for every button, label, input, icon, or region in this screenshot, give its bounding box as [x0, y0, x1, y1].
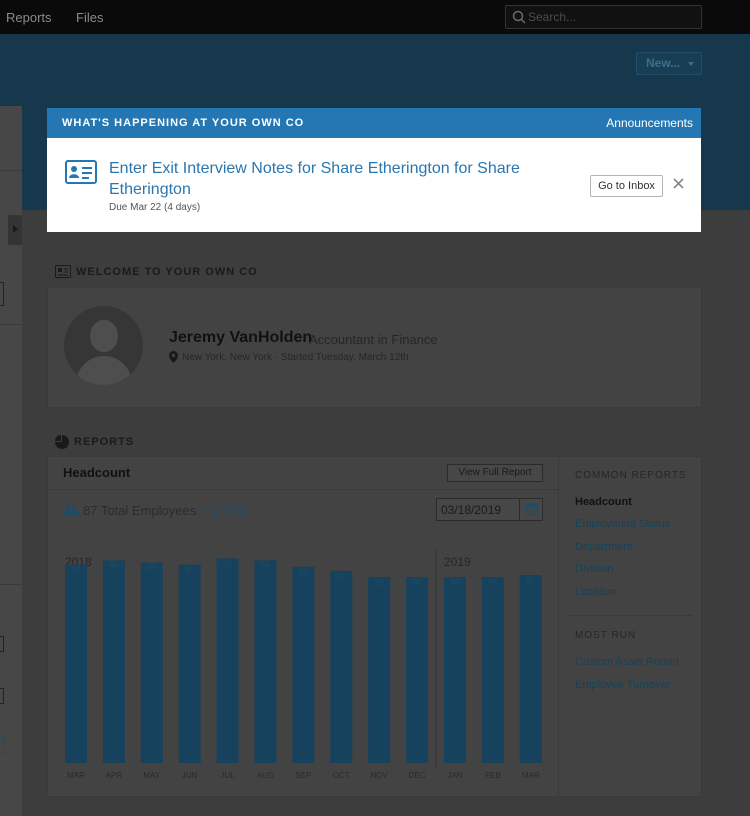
id-card-icon	[65, 160, 97, 184]
bar-jan-10[interactable]	[444, 577, 466, 763]
left-panel-checkbox-3[interactable]	[0, 738, 4, 754]
left-panel-field[interactable]	[0, 282, 4, 306]
x-tick-label: APR	[106, 771, 123, 780]
employee-location: New York, New York · Started Tuesday, Ma…	[182, 352, 409, 363]
x-tick-label: MAR	[67, 771, 85, 780]
welcome-section-title: WELCOME TO YOUR OWN CO	[76, 266, 258, 278]
x-tick-label: FEB	[485, 771, 501, 780]
total-employees-text: 87 Total Employees	[83, 503, 197, 518]
report-link-department[interactable]: Department	[575, 541, 632, 553]
calendar-icon	[525, 503, 539, 516]
left-panel-checkbox-1[interactable]	[0, 636, 4, 652]
x-tick-label: DEC	[409, 771, 426, 780]
x-tick-label: OCT	[333, 771, 350, 780]
search-icon	[512, 10, 526, 24]
report-link-custom-asset[interactable]: Custom Asset Report	[575, 656, 679, 668]
bar-value-label: 92	[185, 566, 194, 575]
new-button[interactable]: New...	[636, 52, 702, 75]
id-card-icon	[55, 265, 71, 278]
expand-panel-button[interactable]	[8, 215, 22, 245]
report-link-employment-status[interactable]: Employment Status	[575, 518, 670, 530]
go-to-inbox-button[interactable]: Go to Inbox	[590, 175, 663, 197]
x-tick-label: JUL	[220, 771, 235, 780]
task-link[interactable]: Enter Exit Interview Notes for Share Eth…	[109, 158, 529, 200]
bar-value-label: 86	[413, 578, 422, 587]
report-link-employee-turnover[interactable]: Employee Turnover	[575, 679, 670, 691]
bar-nov-8[interactable]	[368, 577, 391, 763]
bar-value-label: 94	[261, 561, 270, 570]
x-tick-label: SEP	[295, 771, 311, 780]
announcement-body: Enter Exit Interview Notes for Share Eth…	[47, 138, 701, 232]
location-pin-icon	[169, 351, 178, 363]
common-reports-heading: COMMON REPORTS	[575, 470, 687, 481]
bar-value-label: 86	[375, 578, 384, 587]
reports-section-title: REPORTS	[74, 436, 135, 448]
calendar-button[interactable]	[519, 499, 543, 520]
announcement-header: WHAT'S HAPPENING AT YOUR OWN CO Announce…	[47, 108, 701, 138]
bar-sep-6[interactable]	[292, 566, 315, 763]
bar-value-label: 89	[337, 572, 346, 581]
report-link-location[interactable]: Location	[575, 586, 617, 598]
top-navigation: Reports Files	[0, 0, 750, 34]
bar-value-label: 93	[147, 564, 156, 573]
bar-value-label: 87	[526, 576, 535, 585]
employee-name[interactable]: Jeremy VanHolden	[169, 329, 312, 347]
bar-apr-1[interactable]	[102, 560, 125, 763]
employee-title: Accountant in Finance	[309, 332, 438, 347]
announcement-title: WHAT'S HAPPENING AT YOUR OWN CO	[62, 117, 305, 129]
report-link-headcount[interactable]: Headcount	[575, 496, 632, 508]
ytd-change[interactable]: + 1 YTD	[200, 503, 248, 518]
most-run-heading: MOST RUN	[575, 630, 637, 641]
bar-value-label: 86	[451, 578, 460, 587]
caret-down-icon	[688, 62, 694, 66]
report-link-division[interactable]: Division	[575, 563, 614, 575]
bar-value-label: 86	[488, 578, 497, 587]
x-tick-label: JUN	[182, 771, 198, 780]
bar-jul-4[interactable]	[216, 558, 239, 763]
bar-mar-12[interactable]	[519, 575, 542, 763]
total-employees: 87 Total Employees + 1 YTD	[83, 503, 248, 518]
x-tick-label: MAR	[522, 771, 540, 780]
x-tick-label: JAN	[447, 771, 462, 780]
x-tick-label: AUG	[257, 771, 274, 780]
x-tick-label: MAY	[143, 771, 160, 780]
search-box[interactable]	[505, 5, 702, 29]
bar-may-2[interactable]	[140, 562, 163, 763]
task-due-date: Due Mar 22 (4 days)	[109, 202, 201, 213]
bar-mar-0[interactable]	[65, 564, 87, 763]
nav-link-files[interactable]: Files	[76, 10, 103, 25]
search-input[interactable]	[528, 9, 698, 25]
pie-chart-icon	[55, 435, 69, 449]
people-icon	[63, 504, 79, 515]
bar-aug-5[interactable]	[254, 560, 277, 763]
announcements-link[interactable]: Announcements	[606, 116, 693, 130]
view-full-report-button[interactable]: View Full Report	[447, 464, 543, 482]
bar-feb-11[interactable]	[481, 577, 504, 763]
bar-value-label: 94	[109, 561, 118, 570]
x-tick-label: NOV	[371, 771, 389, 780]
bar-value-label: 92	[72, 566, 81, 575]
bar-value-label: 91	[299, 568, 308, 577]
left-panel-checkbox-2[interactable]	[0, 688, 4, 704]
left-panel	[0, 106, 22, 816]
bar-jun-3[interactable]	[178, 564, 201, 763]
close-icon[interactable]	[673, 178, 684, 189]
bar-oct-7[interactable]	[330, 570, 353, 763]
welcome-card	[47, 287, 702, 408]
new-button-label: New...	[646, 56, 681, 70]
nav-link-reports[interactable]: Reports	[6, 10, 52, 25]
bar-value-label: 95	[223, 559, 232, 568]
headcount-title: Headcount	[63, 465, 131, 480]
date-input[interactable]	[441, 502, 517, 518]
report-date-field[interactable]	[436, 498, 543, 521]
bar-dec-9[interactable]	[406, 577, 429, 763]
headcount-chart: 92 MAR 94 APR 93 MAY 92 JUN 95 JUL 94 AUG 91 SEP 89 OCT…	[65, 548, 542, 780]
avatar	[64, 306, 143, 385]
